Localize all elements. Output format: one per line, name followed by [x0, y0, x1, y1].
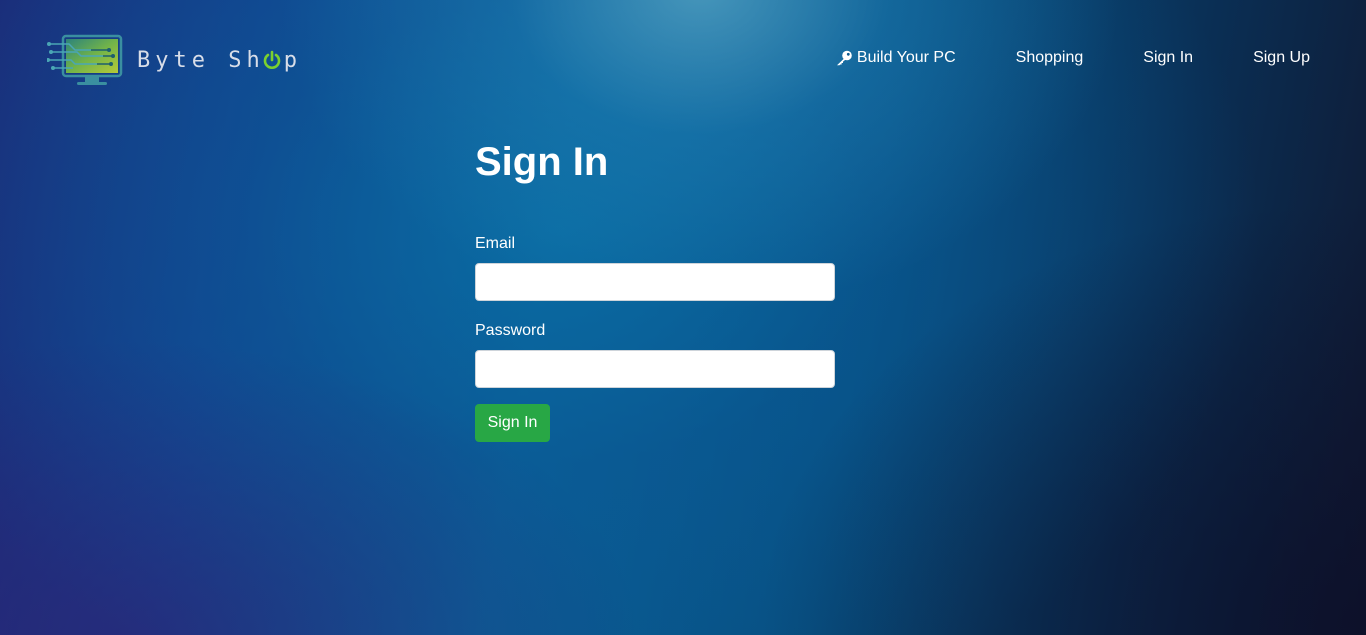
brand-logo-link[interactable]: Byte Sh p [47, 32, 302, 88]
brand-name: Byte Sh p [137, 48, 302, 73]
sign-in-form-container: Sign In Email Password Sign In [475, 136, 835, 442]
nav-build-your-pc[interactable]: Build Your PC [835, 46, 956, 70]
nav-links: Build Your PC Shopping Sign In Sign Up [835, 46, 1310, 70]
email-label: Email [475, 235, 516, 252]
nav-build-your-pc-label: Build Your PC [856, 49, 956, 66]
nav-shopping-label: Shopping [1015, 49, 1084, 66]
nav-sign-up[interactable]: Sign Up [1253, 46, 1310, 70]
power-icon [263, 50, 280, 69]
password-field[interactable] [475, 350, 835, 388]
page-title: Sign In [475, 140, 609, 184]
nav-sign-in-label: Sign In [1143, 49, 1194, 66]
key-icon [836, 50, 852, 66]
brand-name-text-end: p [283, 47, 302, 73]
brand-name-text: Byte Sh [137, 47, 265, 73]
nav-sign-up-label: Sign Up [1253, 49, 1310, 66]
nav-sign-in[interactable]: Sign In [1143, 46, 1193, 70]
nav-shopping[interactable]: Shopping [1016, 46, 1084, 70]
computer-circuit-logo-icon [47, 34, 123, 85]
password-label: Password [475, 322, 546, 339]
navbar: Byte Sh p Build Your PC Shopping Sign In … [0, 0, 1366, 118]
email-field[interactable] [475, 263, 835, 301]
sign-in-button[interactable]: Sign In [475, 404, 550, 442]
sign-in-form: Email Password Sign In [475, 234, 835, 442]
